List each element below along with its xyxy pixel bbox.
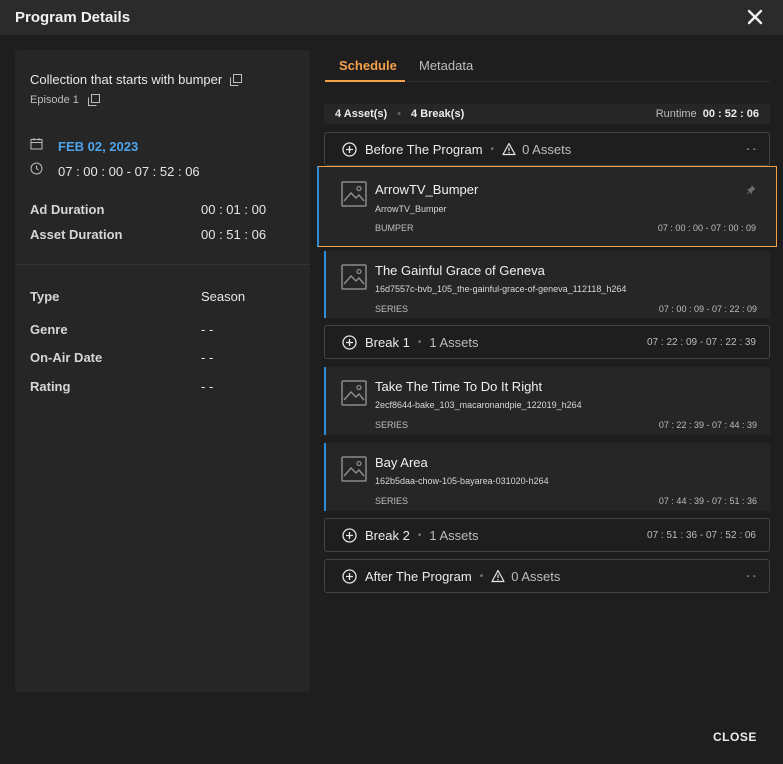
- date-row: FEB 02, 2023: [30, 137, 138, 155]
- group-time: 07 : 22 : 09 - 07 : 22 : 39: [647, 336, 756, 348]
- on-air-date-value: - -: [201, 350, 214, 365]
- runtime-value: 00 : 52 : 06: [702, 108, 759, 120]
- asset-name: Bay Area: [375, 455, 428, 470]
- asset-card[interactable]: Bay Area 162b5daa-chow-105-bayarea-03102…: [324, 443, 770, 511]
- on-air-date-label: On-Air Date: [30, 350, 103, 365]
- collection-title: Collection that starts with bumper: [30, 72, 223, 87]
- divider: [15, 264, 310, 265]
- copy-icon[interactable]: [230, 73, 243, 86]
- time-row: 07 : 00 : 00 - 07 : 52 : 06: [30, 162, 200, 180]
- schedule-summary: 4 Asset(s) • 4 Break(s) Runtime 00 : 52 …: [324, 104, 770, 124]
- copy-icon[interactable]: [87, 94, 100, 106]
- separator-dot: •: [417, 529, 422, 541]
- rating-value: - -: [201, 379, 214, 394]
- tab-divider: [405, 81, 770, 82]
- calendar-icon: [30, 137, 43, 155]
- group-asset-count: 0 Assets: [511, 568, 561, 584]
- separator-dot: •: [479, 570, 484, 582]
- group-asset-count: 0 Assets: [522, 141, 572, 157]
- type-label: Type: [30, 289, 60, 304]
- group-break-1[interactable]: Break 1 • 1 Assets 07 : 22 : 09 - 07 : 2…: [324, 325, 770, 359]
- break-count: 4 Break(s): [411, 108, 465, 120]
- group-asset-count: 1 Assets: [429, 527, 479, 543]
- program-date: FEB 02, 2023: [58, 138, 139, 154]
- add-circle-icon[interactable]: [342, 141, 357, 157]
- add-circle-icon[interactable]: [342, 527, 357, 543]
- close-button[interactable]: CLOSE: [713, 730, 757, 744]
- dialog-header: Program Details: [0, 0, 783, 35]
- asset-type: BUMPER: [375, 223, 414, 233]
- pin-icon[interactable]: [746, 182, 756, 195]
- ad-duration-label: Ad Duration: [30, 202, 105, 217]
- asset-time: 07 : 00 : 09 - 07 : 22 : 09: [658, 304, 757, 314]
- runtime: Runtime 00 : 52 : 06: [656, 108, 759, 120]
- asset-count: 4 Asset(s): [335, 108, 388, 120]
- runtime-label: Runtime: [655, 108, 697, 120]
- asset-file: 16d7557c-bvb_105_the-gainful-grace-of-ge…: [375, 284, 627, 294]
- collection-title-row: Collection that starts with bumper: [30, 72, 243, 87]
- add-circle-icon[interactable]: [342, 334, 357, 350]
- genre-value: - -: [201, 322, 214, 337]
- separator-dot: •: [397, 108, 402, 120]
- genre-label: Genre: [30, 322, 68, 337]
- type-value: Season: [201, 289, 246, 304]
- asset-file: 2ecf8644-bake_103_macaronandpie_122019_h…: [375, 400, 582, 410]
- separator-dot: •: [490, 143, 495, 155]
- group-break-2[interactable]: Break 2 • 1 Assets 07 : 51 : 36 - 07 : 5…: [324, 518, 770, 552]
- tab-schedule[interactable]: Schedule: [339, 58, 397, 73]
- asset-card[interactable]: Take The Time To Do It Right 2ecf8644-ba…: [324, 367, 770, 435]
- group-time: - -: [746, 570, 756, 582]
- group-name: Before The Program: [365, 141, 483, 157]
- episode-label: Episode 1: [30, 94, 79, 106]
- image-placeholder-icon: [341, 181, 367, 207]
- asset-name: ArrowTV_Bumper: [375, 182, 479, 197]
- asset-time: 07 : 44 : 39 - 07 : 51 : 36: [658, 496, 757, 506]
- warning-icon: [502, 142, 516, 156]
- group-time: 07 : 51 : 36 - 07 : 52 : 06: [647, 529, 756, 541]
- asset-name: The Gainful Grace of Geneva: [375, 263, 545, 278]
- separator-dot: •: [417, 336, 422, 348]
- image-placeholder-icon: [341, 264, 367, 290]
- group-name: Break 2: [365, 527, 410, 543]
- group-asset-count: 1 Assets: [429, 334, 479, 350]
- ad-duration-value: 00 : 01 : 00: [201, 202, 267, 217]
- program-info-panel: Collection that starts with bumper Episo…: [15, 50, 310, 692]
- asset-file: ArrowTV_Bumper: [375, 204, 447, 214]
- group-name: Break 1: [365, 334, 410, 350]
- image-placeholder-icon: [341, 456, 367, 482]
- asset-type: SERIES: [375, 496, 409, 506]
- asset-time: 07 : 22 : 39 - 07 : 44 : 39: [658, 420, 757, 430]
- asset-file: 162b5daa-chow-105-bayarea-031020-h264: [375, 476, 549, 486]
- image-placeholder-icon: [341, 380, 367, 406]
- rating-label: Rating: [30, 379, 71, 394]
- asset-type: SERIES: [375, 420, 409, 430]
- warning-icon: [491, 569, 505, 583]
- add-circle-icon[interactable]: [342, 568, 357, 584]
- group-name: After The Program: [365, 568, 472, 584]
- asset-name: Take The Time To Do It Right: [375, 379, 543, 394]
- group-before-program[interactable]: Before The Program • 0 Assets - -: [324, 132, 770, 166]
- asset-card[interactable]: The Gainful Grace of Geneva 16d7557c-bvb…: [324, 251, 770, 318]
- clock-icon: [30, 162, 43, 180]
- tab-metadata[interactable]: Metadata: [419, 58, 473, 73]
- asset-type: SERIES: [375, 304, 409, 314]
- episode-row: Episode 1: [30, 94, 100, 106]
- asset-duration-label: Asset Duration: [30, 227, 123, 242]
- dialog-title: Program Details: [15, 9, 131, 26]
- group-after-program[interactable]: After The Program • 0 Assets - -: [324, 559, 770, 593]
- active-tab-indicator: [325, 80, 405, 82]
- program-time-range: 07 : 00 : 00 - 07 : 52 : 06: [58, 163, 200, 179]
- asset-time: 07 : 00 : 00 - 07 : 00 : 09: [657, 223, 756, 233]
- group-time: - -: [746, 143, 756, 155]
- asset-duration-value: 00 : 51 : 06: [201, 227, 267, 242]
- asset-card-selected[interactable]: ArrowTV_Bumper ArrowTV_Bumper BUMPER 07 …: [317, 166, 777, 247]
- close-icon[interactable]: [745, 6, 765, 28]
